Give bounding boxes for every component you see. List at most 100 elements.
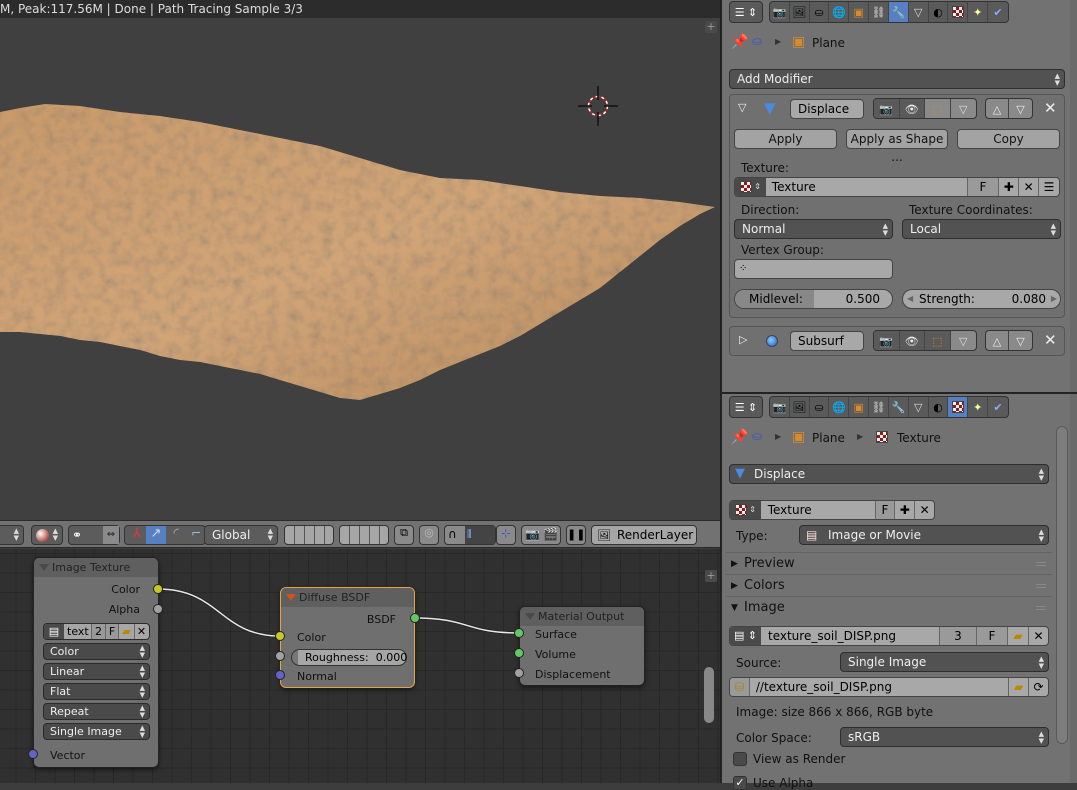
image-browse-icon[interactable]: ▤ <box>44 624 64 639</box>
image-source-dropdown[interactable]: Single Image ▲ ▼ <box>840 652 1049 672</box>
manipulate-center-icon[interactable]: ⇔ <box>103 526 119 544</box>
rotate-manipulator-icon[interactable]: ◜ <box>166 526 186 544</box>
viewport-shading-selector[interactable]: ▲ ▼ <box>31 525 63 545</box>
collapse-icon[interactable] <box>525 613 535 620</box>
render-toggle-icon[interactable]: 📷 <box>874 331 900 350</box>
editmode-toggle-icon[interactable]: ⬚ <box>925 331 951 350</box>
socket-color-out[interactable] <box>153 584 163 594</box>
tab-render[interactable]: 📷 <box>770 397 790 417</box>
tab-modifiers[interactable]: 🔧 <box>888 2 909 22</box>
node-header[interactable]: Image Texture <box>34 558 158 577</box>
image-fake-user-button[interactable]: F <box>976 627 1007 645</box>
midlevel-slider[interactable]: Midlevel: 0.500 <box>734 289 893 309</box>
increment-arrow-icon[interactable]: ▶ <box>1051 290 1057 308</box>
copy-button[interactable]: Copy <box>957 129 1060 149</box>
tab-world[interactable]: 🌐 <box>829 397 850 417</box>
image-users[interactable]: 2 <box>91 624 105 639</box>
socket-roughness-in[interactable] <box>275 651 285 661</box>
expand-subsurf-icon[interactable]: ▷ <box>739 333 747 346</box>
move-down-icon[interactable]: ▽ <box>1009 331 1032 350</box>
view-as-render-checkbox[interactable] <box>733 752 747 766</box>
reload-image-icon[interactable]: ⟳ <box>1028 678 1048 696</box>
use-alpha-checkbox[interactable]: ✓ <box>733 776 747 790</box>
packed-file-icon[interactable]: ⛁ <box>730 678 750 696</box>
translate-manipulator-icon[interactable]: ↗ <box>146 526 166 544</box>
tab-physics[interactable]: ✔ <box>988 2 1008 22</box>
extension-dropdown[interactable]: Repeat ▲ ▼ <box>43 703 150 720</box>
texture-browse-icon[interactable]: ⇕ <box>735 178 766 196</box>
interpolation-dropdown[interactable]: Linear ▲ ▼ <box>43 663 150 680</box>
node-editor[interactable]: Image Texture Color Alpha ▤ text 2 F ▰ ✕… <box>0 549 720 783</box>
snap-magnet-icon[interactable]: ∩ <box>448 527 457 541</box>
add-modifier-dropdown[interactable]: Add Modifier ▲ ▼ <box>729 69 1065 89</box>
socket-vector-in[interactable] <box>28 749 38 759</box>
tab-data[interactable]: ▽ <box>909 397 929 417</box>
3d-viewport[interactable]: M, Peak:117.56M | Done | Path Tracing Sa… <box>0 0 720 520</box>
transform-orientation-dropdown[interactable]: Global ▲ ▼ <box>204 525 278 545</box>
tab-material[interactable]: ◐ <box>929 397 949 417</box>
image-name[interactable]: texture_soil_DISP.png <box>761 627 939 645</box>
new-texture-icon[interactable]: ✚ <box>998 178 1018 196</box>
proportional-edit-icon[interactable]: ◎ <box>419 525 439 545</box>
add-region-icon[interactable]: + <box>705 21 717 33</box>
socket-color-in[interactable] <box>275 631 285 641</box>
apply-button[interactable]: Apply <box>734 129 837 149</box>
node-editor-scrollbar[interactable] <box>704 667 714 723</box>
filepath-value[interactable]: //texture_soil_DISP.png <box>750 678 1008 696</box>
tab-particles[interactable]: ✦ <box>968 397 989 417</box>
section-preview[interactable]: ▶ Preview <box>726 552 1052 574</box>
snap-target-icon[interactable]: ⊹ <box>496 525 516 545</box>
section-colors[interactable]: ▶ Colors <box>726 574 1052 596</box>
editor-type-selector[interactable]: ☰ ⇕ <box>729 1 763 23</box>
socket-alpha-out[interactable] <box>153 604 163 614</box>
realtime-toggle-icon[interactable]: 👁 <box>899 99 925 118</box>
layer-buttons-2[interactable] <box>339 525 389 545</box>
socket-normal-in[interactable] <box>275 670 285 680</box>
tab-scene[interactable]: ⛀ <box>810 397 830 417</box>
opengl-animation-icon[interactable]: 🎬 <box>543 527 558 541</box>
subsurf-name-field[interactable]: Subsurf <box>790 331 864 351</box>
projection-dropdown[interactable]: Flat ▲ ▼ <box>43 683 150 700</box>
tab-render-layers[interactable]: 🖼 <box>790 397 810 417</box>
unlink-image-icon[interactable]: ✕ <box>1028 627 1048 645</box>
fake-user-button[interactable]: F <box>874 501 895 519</box>
render-layer-button[interactable]: 🖼 RenderLayer <box>591 525 697 545</box>
tab-world[interactable]: 🌐 <box>829 2 850 22</box>
tab-modifiers[interactable]: 🔧 <box>889 397 909 417</box>
modifier-name-field[interactable]: Displace <box>790 99 864 119</box>
remove-modifier-icon[interactable]: ✕ <box>1044 99 1057 117</box>
texture-browse-icon[interactable]: ⇕ <box>730 501 761 519</box>
editor-type-selector[interactable]: ☰ ⇕ <box>729 396 763 418</box>
texture-name[interactable]: Texture <box>761 501 875 519</box>
add-region-icon[interactable]: + <box>705 570 717 582</box>
pin-icon[interactable]: 📌 <box>731 429 748 445</box>
cage-toggle-icon[interactable]: ▽ <box>951 99 976 118</box>
opengl-render-icon[interactable]: 📷 <box>525 527 540 541</box>
image-browse-icon[interactable]: ▤ ⇕ <box>730 627 761 645</box>
manipulator-toggle-icon[interactable]: ⅄ <box>127 526 147 544</box>
direction-dropdown[interactable]: Normal ▲ ▼ <box>734 219 893 239</box>
image-users[interactable]: 3 <box>939 627 976 645</box>
source-dropdown[interactable]: Single Image ▲ ▼ <box>43 723 150 740</box>
mode-selector[interactable]: ▲ ▼ <box>0 525 24 545</box>
tab-texture[interactable] <box>948 2 969 22</box>
tab-texture[interactable] <box>948 397 969 417</box>
scale-manipulator-icon[interactable]: ⌐ <box>186 526 205 544</box>
tab-constraints[interactable]: ⛓ <box>869 397 889 417</box>
socket-volume-in[interactable] <box>514 648 524 658</box>
image-name[interactable]: text <box>64 624 91 639</box>
roughness-slider[interactable]: Roughness: 0.000 <box>291 649 407 666</box>
new-texture-icon[interactable]: ✚ <box>894 501 914 519</box>
lock-camera-layers-icon[interactable]: ⧉ <box>394 525 414 545</box>
texture-settings-icon[interactable]: ☰ <box>1038 178 1059 196</box>
apply-as-shape-button[interactable]: Apply as Shape ... <box>846 129 948 164</box>
texture-coordinates-dropdown[interactable]: Local ▲ ▼ <box>902 219 1061 239</box>
tab-scene[interactable]: ⛀ <box>810 2 830 22</box>
collapse-icon[interactable] <box>286 594 296 601</box>
texture-type-dropdown[interactable]: ▤ Image or Movie ▲ ▼ <box>799 525 1049 545</box>
socket-displacement-in[interactable] <box>514 668 524 678</box>
texture-name[interactable]: Texture <box>766 178 967 196</box>
move-up-icon[interactable]: △ <box>986 99 1010 118</box>
fake-user-button[interactable]: F <box>105 624 118 639</box>
move-down-icon[interactable]: ▽ <box>1009 99 1032 118</box>
